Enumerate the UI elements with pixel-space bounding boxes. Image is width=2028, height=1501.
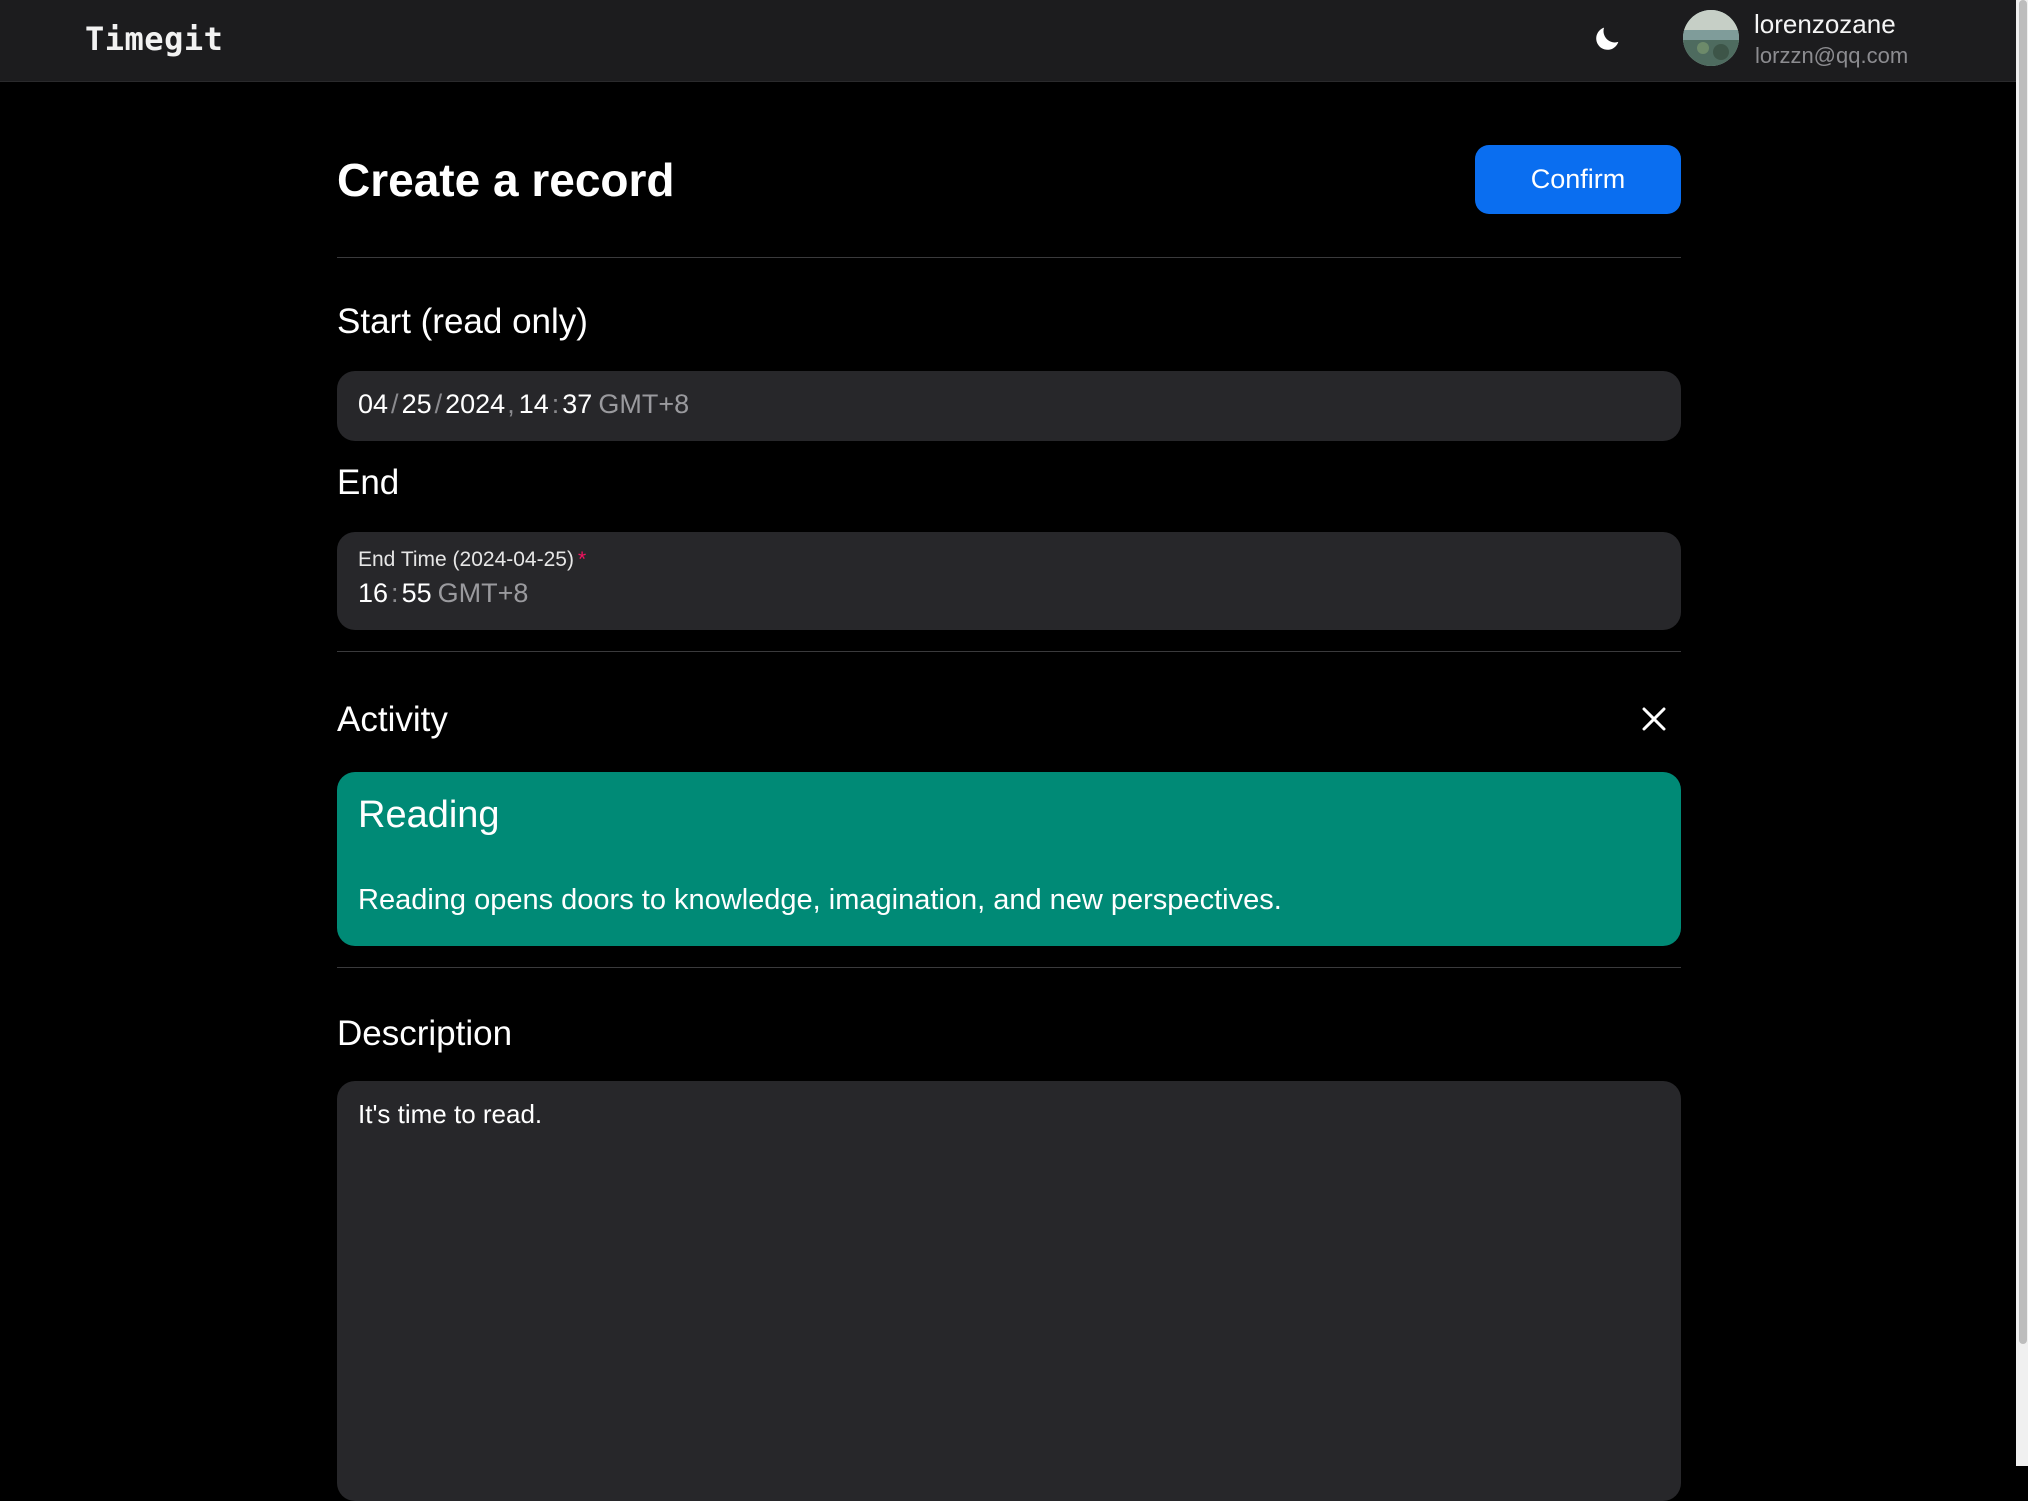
moon-icon [1591, 23, 1623, 60]
divider [337, 967, 1681, 968]
required-indicator: * [577, 548, 587, 571]
user-name[interactable]: lorenzozane [1754, 9, 1896, 40]
description-textarea[interactable]: It's time to read. [337, 1081, 1681, 1501]
end-label: End [337, 463, 400, 502]
time-separator: : [391, 578, 399, 608]
user-email: lorzzn@qq.com [1755, 43, 1909, 68]
activity-card-reading[interactable]: Reading Reading opens doors to knowledge… [337, 772, 1681, 946]
start-hour: 14 [518, 389, 549, 419]
avatar-image [1683, 10, 1739, 66]
start-datetime-value: 04/25/2024, 14:37 GMT+8 [358, 389, 689, 420]
divider [337, 257, 1681, 258]
app-logo[interactable]: Timegit [85, 20, 223, 58]
start-year: 2024 [445, 389, 506, 419]
end-hour[interactable]: 16 [358, 578, 388, 608]
date-time-separator: , [507, 389, 515, 419]
end-timezone: GMT+8 [437, 578, 529, 608]
end-minute[interactable]: 55 [402, 578, 432, 608]
start-day: 25 [401, 389, 432, 419]
activity-description: Reading opens doors to knowledge, imagin… [358, 884, 1282, 916]
scrollbar-thumb[interactable] [2019, 0, 2027, 1344]
top-bar: Timegit lorenzozane lorzzn@qq.com [0, 0, 2016, 82]
divider [337, 651, 1681, 652]
time-separator: : [551, 389, 560, 419]
end-time-value[interactable]: 16:55 GMT+8 [358, 578, 528, 609]
end-time-caption-text: End Time (2024-04-25) [358, 548, 574, 571]
date-separator: / [434, 389, 443, 419]
activity-title: Reading [358, 794, 500, 836]
start-label: Start (read only) [337, 302, 588, 341]
start-minute: 37 [562, 389, 593, 419]
confirm-button[interactable]: Confirm [1475, 145, 1681, 214]
start-datetime-field: 04/25/2024, 14:37 GMT+8 [337, 371, 1681, 441]
close-icon [1641, 706, 1667, 737]
description-label: Description [337, 1014, 513, 1053]
avatar[interactable] [1683, 10, 1739, 66]
theme-toggle-button[interactable] [1586, 20, 1628, 62]
end-time-field[interactable]: End Time (2024-04-25) * 16:55 GMT+8 [337, 532, 1681, 630]
date-separator: / [391, 389, 399, 419]
start-timezone: GMT+8 [598, 389, 690, 419]
start-month: 04 [358, 389, 389, 419]
activity-label: Activity [337, 700, 448, 739]
end-time-caption: End Time (2024-04-25) * [358, 548, 586, 572]
page-title: Create a record [337, 154, 675, 206]
clear-activity-button[interactable] [1636, 703, 1672, 739]
